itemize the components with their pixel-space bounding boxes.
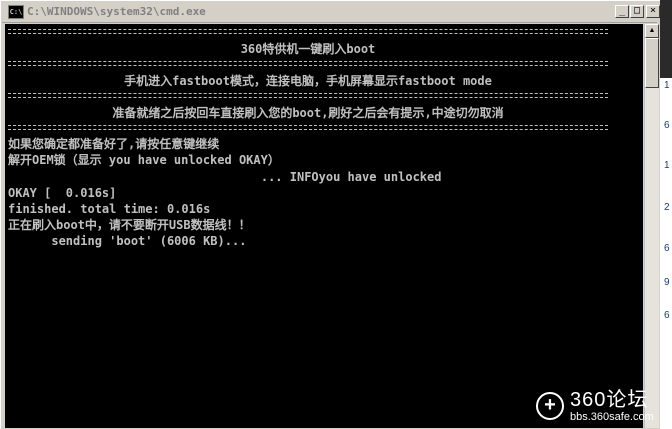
close-button[interactable]: × <box>646 5 660 18</box>
background-digit: 2 <box>664 202 670 213</box>
background-window-edge: 1 6 1 2 6 9 6 <box>660 0 672 429</box>
separator-line <box>8 61 608 66</box>
console-output-line: OKAY [ 0.016s] <box>8 186 117 200</box>
console-title-line: 360特供机一键刷入boot <box>240 42 376 56</box>
background-digit: 1 <box>664 80 670 91</box>
scroll-up-button[interactable]: ▲ <box>645 24 659 38</box>
360-logo-icon: + <box>536 392 564 420</box>
background-digit: 6 <box>664 243 670 254</box>
maximize-button[interactable]: □ <box>630 5 644 18</box>
vertical-scrollbar[interactable]: ▲ <box>644 24 659 428</box>
background-digit: 1 <box>664 160 670 171</box>
separator-line <box>8 125 608 130</box>
console-output-line: 如果您确定都准备好了,请按任意键继续 <box>8 137 220 151</box>
console-ready-line: 准备就绪之后按回车直接刷入您的boot,刷好之后会有提示,中途切勿取消 <box>112 106 504 120</box>
separator-line <box>8 29 608 34</box>
cmd-icon[interactable]: C:\ <box>8 5 24 19</box>
background-window-header <box>660 0 672 78</box>
console-output[interactable]: 360特供机一键刷入boot 手机进入fastboot模式，连接电脑，手机屏幕显… <box>5 24 643 428</box>
console-output-line: ... INFOyou have unlocked <box>8 170 442 184</box>
console-output-line: sending 'boot' (6006 KB)... <box>8 234 247 248</box>
console-instruction-line: 手机进入fastboot模式，连接电脑，手机屏幕显示fastboot mode <box>124 74 492 88</box>
console-output-line: finished. total time: 0.016s <box>8 202 211 216</box>
minimize-button[interactable]: _ <box>615 5 629 18</box>
separator-line <box>8 93 608 98</box>
background-digit: 9 <box>664 277 670 288</box>
console-output-line: 解开OEM锁（显示 you have unlocked OKAY） <box>8 153 280 167</box>
cmd-window: C:\ C:\WINDOWS\system32\cmd.exe _ □ × 36… <box>0 0 660 429</box>
console-output-line: 正在刷入boot中，请不要断开USB数据线！！ <box>8 218 251 232</box>
watermark-url: bbs.360safe.com <box>570 411 654 423</box>
site-watermark: + 360论坛 bbs.360safe.com <box>536 388 662 426</box>
background-digit: 6 <box>664 310 670 321</box>
watermark-name: 360论坛 <box>570 389 649 411</box>
title-bar[interactable]: C:\ C:\WINDOWS\system32\cmd.exe _ □ × <box>2 2 660 23</box>
background-digit: 6 <box>664 120 670 131</box>
scroll-thumb[interactable] <box>645 38 659 88</box>
window-title: C:\WINDOWS\system32\cmd.exe <box>27 5 206 18</box>
